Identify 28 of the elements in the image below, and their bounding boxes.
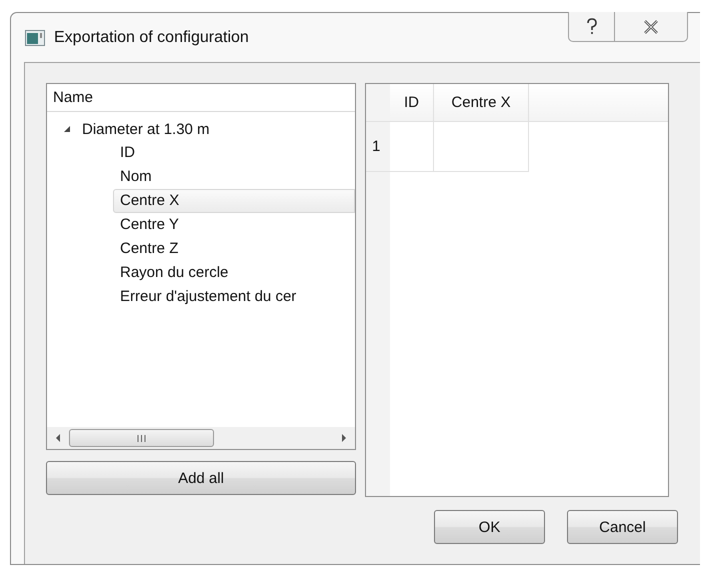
add-all-button[interactable]: Add all (46, 461, 356, 495)
dialog-button[interactable]: OK (434, 510, 545, 544)
window-title: Exportation of configuration (54, 28, 249, 46)
right-arrow-icon[interactable] (340, 433, 348, 443)
column-header: Name (47, 84, 355, 112)
tree-item[interactable]: Erreur d'ajustement du cer (113, 285, 355, 309)
tree-item[interactable]: Rayon du cercle (113, 261, 355, 285)
tree-item[interactable]: Centre Y (113, 213, 355, 237)
expand-arrow-icon[interactable] (63, 125, 71, 133)
help-icon (586, 18, 598, 36)
tree-item[interactable]: Nom (113, 165, 355, 189)
window-icon (25, 30, 45, 46)
dialog-button[interactable]: Cancel (567, 510, 678, 544)
help-button[interactable] (568, 12, 614, 42)
scroll-thumb[interactable] (69, 429, 214, 447)
table-cell[interactable] (390, 122, 434, 172)
grip-icon (137, 434, 146, 442)
horizontal-scrollbar[interactable] (47, 427, 355, 449)
left-arrow-icon[interactable] (54, 433, 62, 443)
row-header[interactable]: 1 (366, 122, 390, 172)
column-header[interactable]: Centre X (434, 84, 529, 121)
tree-item[interactable]: Centre X (113, 189, 355, 213)
tree-item[interactable]: Centre Z (113, 237, 355, 261)
table-cell[interactable] (434, 122, 529, 172)
close-icon (643, 20, 659, 34)
tree-item[interactable]: ID (113, 141, 355, 165)
column-header[interactable]: ID (390, 84, 434, 121)
tree-item[interactable]: Diameter at 1.30 m (80, 120, 212, 138)
